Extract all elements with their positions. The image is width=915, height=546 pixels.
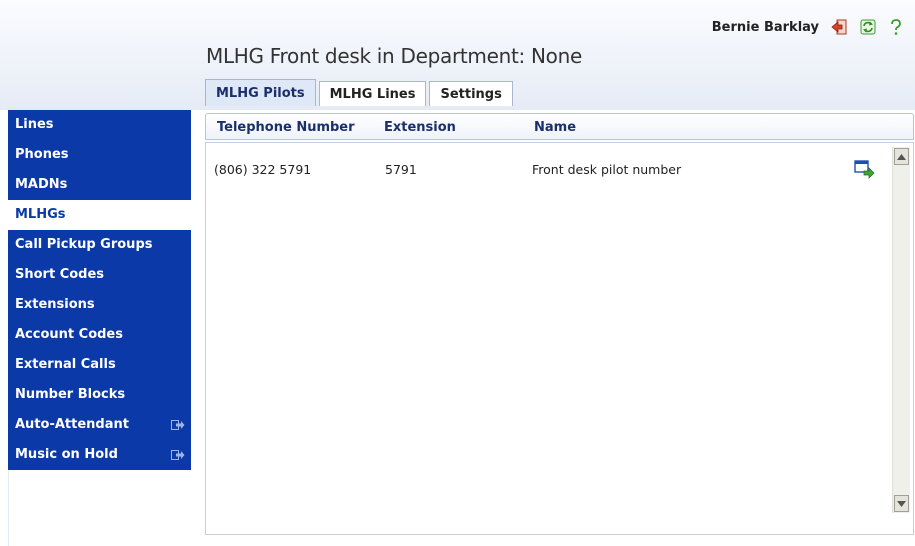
sidebar-item-lines[interactable]: Lines: [8, 110, 191, 140]
sidebar-item-external-calls[interactable]: External Calls: [8, 350, 191, 380]
tab-mlhg-lines[interactable]: MLHG Lines: [318, 81, 427, 106]
sidebar-item-music-on-hold[interactable]: Music on Hold: [8, 440, 191, 470]
cell-telephone-number: (806) 322 5791: [214, 162, 312, 177]
tab-bar: MLHG Pilots MLHG Lines Settings: [205, 79, 513, 106]
scroll-down-button[interactable]: [894, 495, 909, 512]
sidebar-item-mlhgs[interactable]: MLHGs: [8, 200, 191, 230]
nav-group-bottom: Call Pickup Groups Short Codes Extension…: [8, 230, 191, 470]
sidebar-item-madns[interactable]: MADNs: [8, 170, 191, 200]
help-icon[interactable]: [885, 16, 907, 38]
page-title: MLHG Front desk in Department: None: [206, 44, 582, 68]
pilots-table: (806) 322 5791 5791 Front desk pilot num…: [205, 142, 914, 535]
top-header: Bernie Barklay MLHG Front desk in Depart…: [0, 0, 915, 110]
sidebar-item-label: Auto-Attendant: [15, 417, 129, 432]
column-header-extension[interactable]: Extension: [384, 120, 456, 135]
refresh-icon[interactable]: [857, 16, 879, 38]
external-link-icon: [171, 420, 185, 430]
user-area: Bernie Barklay: [712, 16, 907, 38]
cell-name: Front desk pilot number: [532, 162, 682, 177]
tab-mlhg-pilots[interactable]: MLHG Pilots: [205, 79, 316, 106]
sidebar-item-phones[interactable]: Phones: [8, 140, 191, 170]
logout-icon[interactable]: [829, 16, 851, 38]
sidebar-nav: Lines Phones MADNs MLHGs Call Pickup Gro…: [8, 110, 191, 470]
sidebar-item-label: Music on Hold: [15, 447, 118, 462]
nav-group-top: Lines Phones MADNs: [8, 110, 191, 200]
column-header-telephone-number[interactable]: Telephone Number: [217, 120, 355, 135]
sidebar-item-extensions[interactable]: Extensions: [8, 290, 191, 320]
sidebar-item-short-codes[interactable]: Short Codes: [8, 260, 191, 290]
user-name: Bernie Barklay: [711, 19, 819, 35]
cell-extension: 5791: [385, 162, 417, 177]
external-link-icon: [171, 450, 185, 460]
table-header: Telephone Number Extension Name: [205, 113, 914, 140]
open-details-icon[interactable]: [854, 159, 876, 179]
column-header-name[interactable]: Name: [534, 120, 576, 135]
sidebar-item-account-codes[interactable]: Account Codes: [8, 320, 191, 350]
vertical-scrollbar[interactable]: [892, 147, 910, 513]
tab-settings[interactable]: Settings: [429, 81, 513, 106]
scroll-up-button[interactable]: [894, 148, 909, 165]
arrow-down-icon: [897, 500, 906, 507]
sidebar-item-call-pickup-groups[interactable]: Call Pickup Groups: [8, 230, 191, 260]
sidebar-item-number-blocks[interactable]: Number Blocks: [8, 380, 191, 410]
sidebar-item-auto-attendant[interactable]: Auto-Attendant: [8, 410, 191, 440]
arrow-up-icon: [897, 153, 906, 160]
